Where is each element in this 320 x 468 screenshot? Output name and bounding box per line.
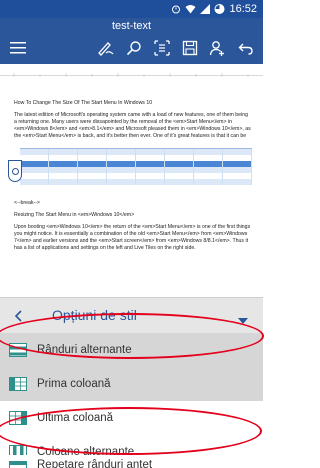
app-header: test-text (0, 18, 263, 64)
table-grid (20, 148, 252, 185)
document-text-top: How To Change The Size Of The Start Menu… (14, 100, 252, 144)
doc-paragraph: The latest edition of Microsoft's operat… (14, 112, 251, 139)
menu-icon[interactable] (8, 38, 28, 58)
option-label: Rânduri alternante (37, 344, 132, 356)
repeat-header-rows-icon (9, 461, 27, 468)
options-title: Opțiuni de stil (52, 307, 137, 323)
last-column-icon (9, 411, 27, 425)
reading-view-icon[interactable] (152, 38, 172, 58)
battery-icon (214, 4, 225, 14)
back-chevron-icon[interactable] (12, 308, 26, 324)
save-icon[interactable] (180, 38, 200, 58)
dropdown-arrow-icon[interactable] (238, 312, 248, 324)
share-icon[interactable] (207, 38, 227, 58)
signal-icon (200, 4, 211, 14)
banded-rows-icon (9, 343, 27, 357)
first-column-icon (9, 377, 27, 391)
document-text-bottom: <--break--> Resizing The Start Menu in <… (14, 200, 252, 257)
document-canvas[interactable]: How To Change The Size Of The Start Menu… (0, 64, 263, 304)
status-bar: 16:52 (0, 0, 263, 18)
document-title: test-text (111, 20, 152, 32)
table-selection-handle[interactable] (8, 160, 22, 182)
option-first-column[interactable]: Prima coloană (0, 367, 263, 401)
break-marker: <--break--> (14, 200, 40, 206)
wifi-icon (185, 4, 196, 14)
option-repeat-header-rows[interactable]: Repetare rânduri antet (0, 455, 263, 468)
option-label: Repetare rânduri antet (37, 459, 153, 468)
doc-paragraph: Upon booting <em>Windows 10</em> the ret… (14, 224, 251, 251)
undo-icon[interactable] (236, 38, 256, 58)
option-last-column[interactable]: Ultima coloană (0, 401, 263, 435)
draw-icon[interactable] (96, 38, 116, 58)
option-label: Prima coloană (37, 378, 111, 390)
search-icon[interactable] (124, 38, 144, 58)
status-time: 16:52 (229, 3, 257, 15)
option-banded-rows[interactable]: Rânduri alternante (0, 333, 263, 367)
option-label: Ultima coloană (37, 412, 114, 424)
alarm-icon (171, 4, 181, 14)
doc-subheading: Resizing The Start Menu in <em>Windows 1… (14, 212, 135, 218)
document-table[interactable] (2, 148, 252, 188)
ruler (0, 64, 263, 77)
style-options-header: Opțiuni de stil (0, 297, 263, 333)
table-row (20, 179, 252, 185)
doc-heading: How To Change The Size Of The Start Menu… (14, 100, 153, 106)
